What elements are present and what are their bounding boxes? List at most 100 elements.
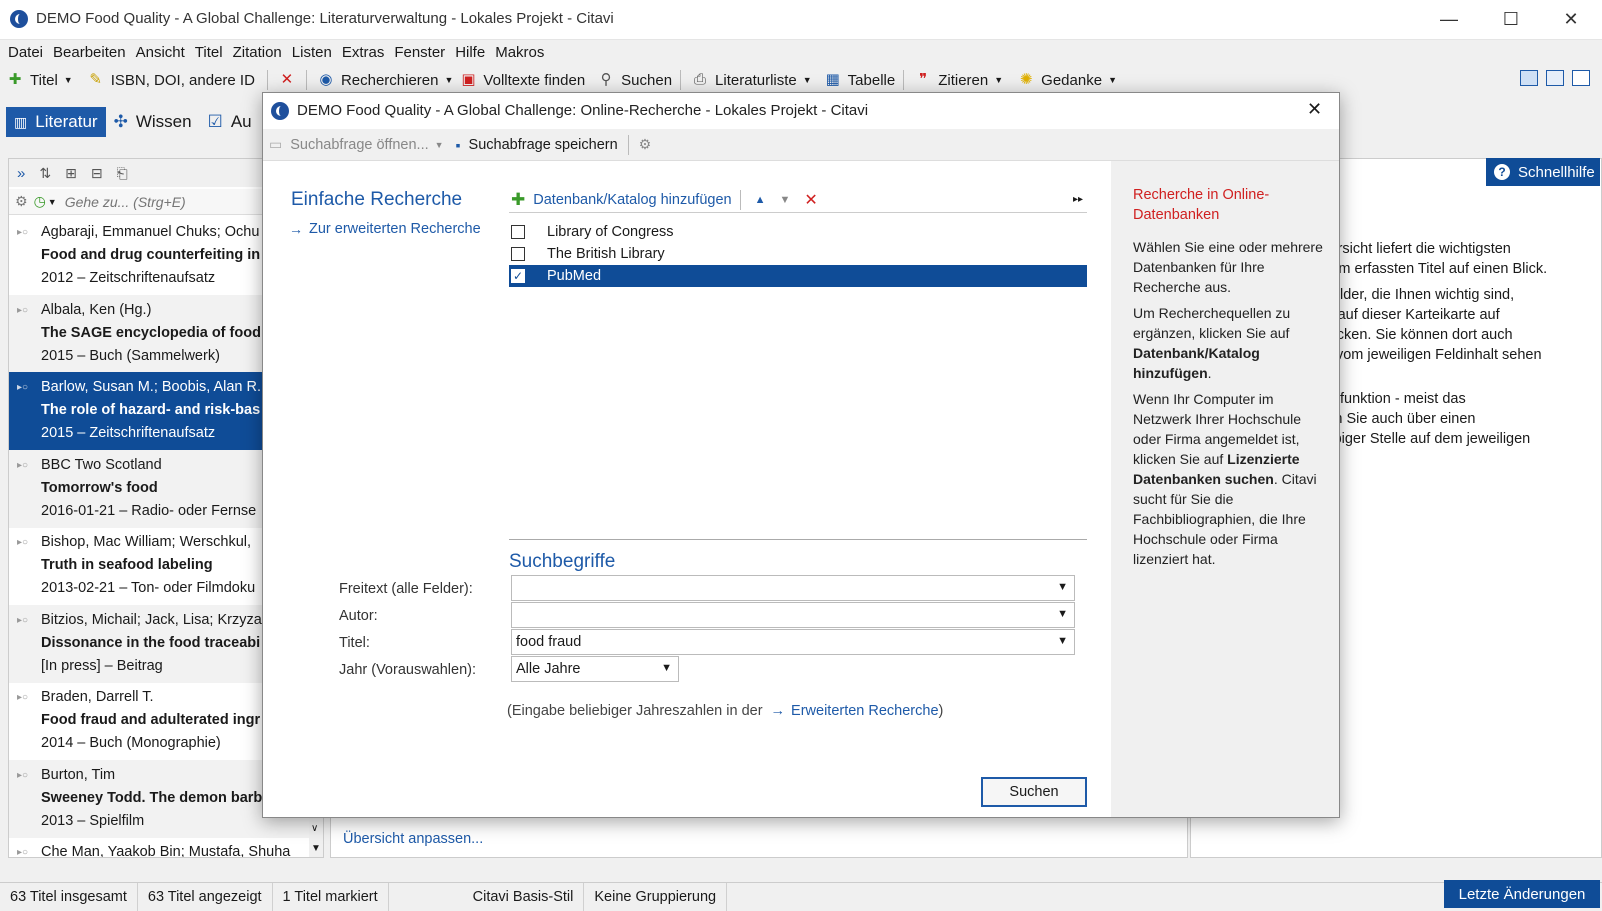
add-title-button[interactable]: ✚ Titel ▼ <box>6 71 73 89</box>
status-style[interactable]: Citavi Basis-Stil <box>389 882 585 911</box>
chevron-down-icon: ▼ <box>444 75 454 85</box>
tabelle-button[interactable]: ▦ Tabelle <box>824 71 896 89</box>
database-row[interactable]: Library of Congress <box>509 221 1087 243</box>
menu-ansicht[interactable]: Ansicht <box>136 44 185 61</box>
database-name: Library of Congress <box>547 224 674 240</box>
suchen-toolbar-button[interactable]: ⚲ Suchen <box>597 71 672 89</box>
scroll-end-icon[interactable]: ▼ <box>311 843 321 854</box>
flag-icon[interactable]: ▸○ <box>17 615 28 626</box>
gear-icon[interactable]: ⚙ <box>15 193 28 210</box>
delete-button[interactable]: ✕ <box>278 71 302 89</box>
layout-2-icon[interactable] <box>1546 70 1564 86</box>
chevron-down-icon: ▼ <box>63 75 73 85</box>
database-checkbox[interactable]: ✓ <box>511 269 525 283</box>
gear-icon[interactable]: ⚙ <box>639 136 652 153</box>
goto-input[interactable] <box>64 190 245 213</box>
maximize-button[interactable]: ☐ <box>1488 0 1534 38</box>
save-query-button[interactable]: Suchabfrage speichern <box>469 137 618 153</box>
flag-icon[interactable]: ▸○ <box>17 692 28 703</box>
flag-icon[interactable]: ▸○ <box>17 537 28 548</box>
toolbar-separator <box>305 70 307 90</box>
advanced-search-note-link[interactable]: Erweiterten Recherche <box>791 703 939 719</box>
history-icon[interactable]: ◷ <box>34 193 46 210</box>
dialog-close-button[interactable]: ✕ <box>1307 99 1322 120</box>
status-shown: 63 Titel angezeigt <box>138 882 273 911</box>
menu-makros[interactable]: Makros <box>495 44 544 61</box>
scroll-down-icon[interactable]: ∨ <box>311 823 318 834</box>
volltexte-label: Volltexte finden <box>483 71 586 89</box>
database-checkbox[interactable] <box>511 225 525 239</box>
filter-icon[interactable]: ⊞ <box>65 165 77 182</box>
move-down-icon[interactable]: ▼ <box>779 194 790 206</box>
open-query-button[interactable]: Suchabfrage öffnen... <box>290 137 428 153</box>
tab-aufgaben[interactable]: ☑ Au <box>200 107 260 137</box>
menu-hilfe[interactable]: Hilfe <box>455 44 485 61</box>
flag-icon[interactable]: ▸○ <box>17 847 28 857</box>
flag-icon[interactable]: ▸○ <box>17 305 28 316</box>
tab-literatur[interactable]: ▥ Literatur <box>6 107 106 137</box>
database-checkbox[interactable] <box>511 247 525 261</box>
minimize-button[interactable]: — <box>1426 0 1472 38</box>
database-row[interactable]: The British Library <box>509 243 1087 265</box>
freitext-field[interactable]: ▼ <box>511 575 1075 601</box>
menu-titel[interactable]: Titel <box>195 44 223 61</box>
sort-icon[interactable]: ⇅ <box>39 165 51 182</box>
customize-overview-link[interactable]: Übersicht anpassen... <box>343 831 483 847</box>
gedanke-button[interactable]: ✺ Gedanke ▼ <box>1017 71 1117 89</box>
layout-3-icon[interactable] <box>1572 70 1590 86</box>
flag-icon[interactable]: ▸○ <box>17 227 28 238</box>
dialog-help-panel: Recherche in Online-Datenbanken Wählen S… <box>1111 161 1339 817</box>
remove-database-icon[interactable]: ✕ <box>804 190 817 210</box>
export-icon[interactable]: ⎗ <box>117 165 128 182</box>
plus-icon: ✚ <box>511 189 526 209</box>
literaturliste-button[interactable]: ⎙ Literaturliste ▼ <box>691 71 812 89</box>
flag-icon[interactable]: ▸○ <box>17 460 28 471</box>
group-icon[interactable]: ⊟ <box>91 165 103 182</box>
close-button[interactable]: ✕ <box>1548 0 1594 38</box>
flag-icon[interactable]: ▸○ <box>17 770 28 781</box>
menu-extras[interactable]: Extras <box>342 44 385 61</box>
autor-field[interactable]: ▼ <box>511 602 1075 628</box>
recherchieren-button[interactable]: ◉ Recherchieren ▼ <box>317 71 453 89</box>
chevron-down-icon[interactable]: ▼ <box>1057 608 1068 620</box>
expand-icon[interactable]: » <box>17 165 25 182</box>
year-note-suffix: ) <box>938 703 944 719</box>
more-options-icon[interactable]: ▸▸ <box>1073 194 1083 205</box>
recent-changes-button[interactable]: Letzte Änderungen <box>1444 880 1600 908</box>
schnellhilfe-button[interactable]: ? Schnellhilfe <box>1486 158 1600 186</box>
database-name: The British Library <box>547 246 665 262</box>
isbn-button[interactable]: ✎ ISBN, DOI, andere ID <box>87 71 255 89</box>
volltexte-button[interactable]: ▣ Volltexte finden <box>459 71 585 89</box>
tab-wissen[interactable]: ✣ Wissen <box>106 107 200 137</box>
chevron-down-icon[interactable]: ▼ <box>48 197 57 207</box>
dialog-toolbar: ▭ Suchabfrage öffnen... ▼ ▪ Suchabfrage … <box>263 129 1339 161</box>
flag-icon[interactable]: ▸○ <box>17 382 28 393</box>
search-button[interactable]: Suchen <box>981 777 1087 807</box>
quote-icon: ❞ <box>919 71 928 88</box>
menu-zitation[interactable]: Zitation <box>233 44 282 61</box>
status-grouping[interactable]: Keine Gruppierung <box>584 882 728 911</box>
lightbulb-icon: ✺ <box>1019 71 1033 88</box>
layout-1-icon[interactable] <box>1520 70 1538 86</box>
titel-value: food fraud <box>516 634 582 650</box>
menu-bar: Datei Bearbeiten Ansicht Titel Zitation … <box>0 40 1602 64</box>
help-paragraph-2: Um Recherchequellen zu ergänzen, klicken… <box>1133 305 1291 381</box>
chevron-down-icon[interactable]: ▼ <box>1057 581 1068 593</box>
chevron-down-icon[interactable]: ▼ <box>661 662 672 674</box>
chevron-down-icon: ▼ <box>994 75 1004 85</box>
books-icon: ▥ <box>14 113 28 130</box>
menu-fenster[interactable]: Fenster <box>394 44 445 61</box>
knowledge-icon: ✣ <box>113 112 128 131</box>
chevron-down-icon[interactable]: ▼ <box>1057 635 1068 647</box>
database-row[interactable]: ✓ PubMed <box>509 265 1087 287</box>
menu-bearbeiten[interactable]: Bearbeiten <box>53 44 126 61</box>
reference-row[interactable]: ▸○ Che Man, Yaakob Bin; Mustafa, Shuha <box>9 837 309 857</box>
titel-field[interactable]: food fraud ▼ <box>511 629 1075 655</box>
move-up-icon[interactable]: ▲ <box>755 194 766 206</box>
add-database-button[interactable]: Datenbank/Katalog hinzufügen <box>533 192 731 208</box>
menu-datei[interactable]: Datei <box>8 44 43 61</box>
jahr-select[interactable]: Alle Jahre ▼ <box>511 656 679 682</box>
zitieren-button[interactable]: ❞ Zitieren ▼ <box>914 71 1003 89</box>
chevron-down-icon[interactable]: ▼ <box>435 140 444 150</box>
menu-listen[interactable]: Listen <box>292 44 332 61</box>
